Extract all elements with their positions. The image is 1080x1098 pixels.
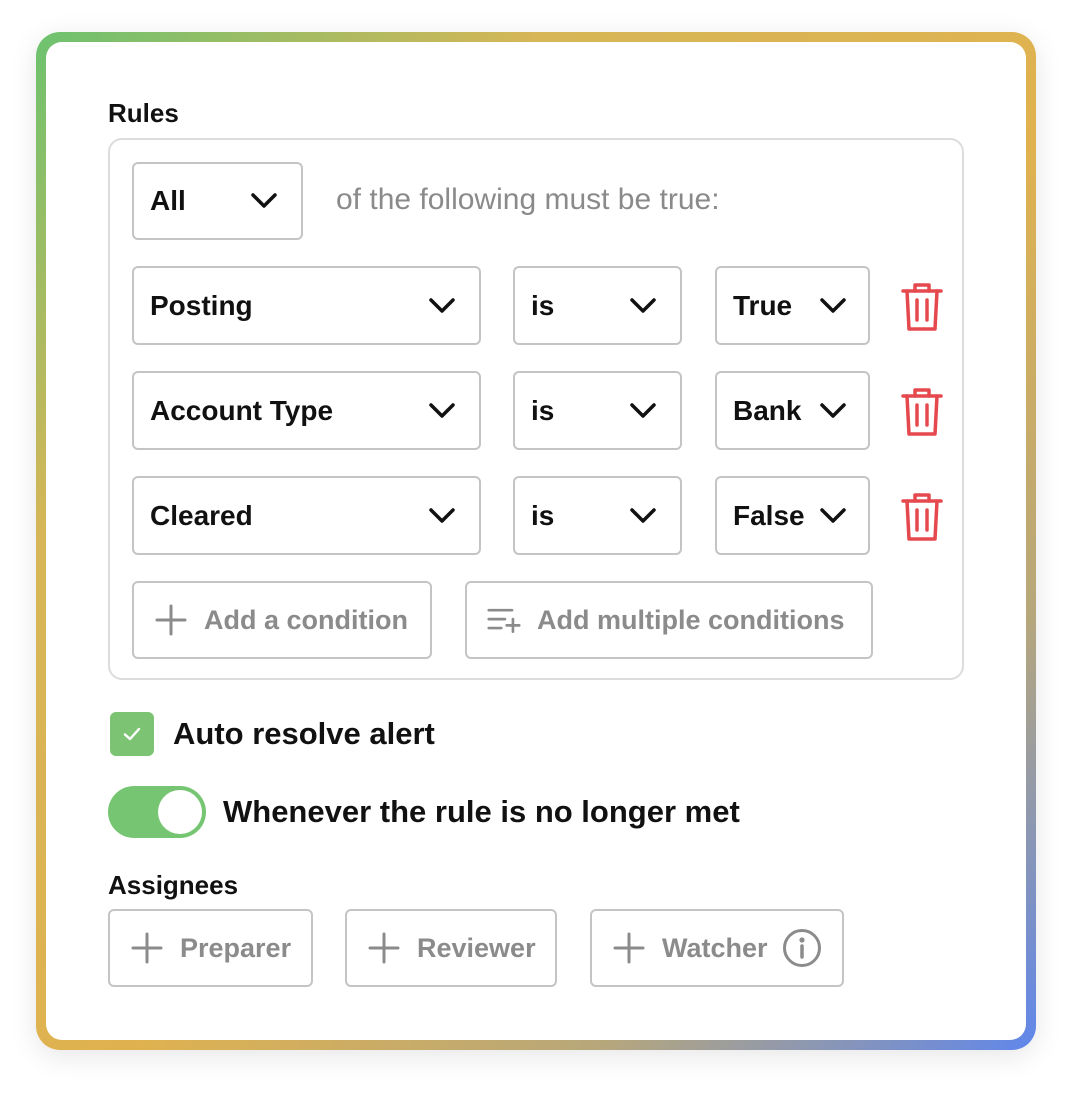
chevron-down-icon [427, 401, 457, 421]
chevron-down-icon [818, 401, 848, 421]
condition-operator-value: is [531, 499, 555, 531]
add-reviewer-button[interactable]: Reviewer [345, 909, 557, 987]
condition-field-select[interactable]: Account Type [132, 371, 481, 450]
trash-icon[interactable] [900, 281, 944, 333]
condition-operator-value: is [531, 394, 555, 426]
toggle-knob [158, 790, 202, 834]
quantifier-suffix: of the following must be true: [336, 183, 720, 216]
preparer-label: Preparer [180, 932, 292, 963]
rules-heading: Rules [108, 98, 179, 128]
add-condition-label: Add a condition [204, 604, 408, 635]
add-watcher-button[interactable]: Watcher [590, 909, 844, 987]
watcher-label: Watcher [662, 932, 768, 963]
list-add-icon [487, 603, 521, 637]
trash-icon[interactable] [900, 386, 944, 438]
condition-value-select[interactable]: Bank [715, 371, 870, 450]
add-multiple-label: Add multiple conditions [537, 604, 845, 635]
quantifier-select[interactable]: All [132, 162, 303, 240]
check-icon [123, 727, 141, 741]
condition-operator-select[interactable]: is [513, 476, 682, 555]
plus-icon [130, 931, 164, 965]
condition-field-value: Account Type [150, 394, 334, 426]
chevron-down-icon [427, 506, 457, 526]
plus-icon [154, 603, 188, 637]
condition-value-text: True [733, 289, 793, 321]
plus-icon [612, 931, 646, 965]
assignees-heading: Assignees [108, 870, 239, 900]
auto-resolve-checkbox[interactable] [110, 712, 154, 756]
plus-icon [367, 931, 401, 965]
condition-field-select[interactable]: Cleared [132, 476, 481, 555]
chevron-down-icon [628, 296, 658, 316]
trash-icon[interactable] [900, 491, 944, 543]
chevron-down-icon [818, 296, 848, 316]
whenever-toggle[interactable] [108, 786, 206, 838]
info-icon[interactable] [782, 928, 822, 968]
condition-operator-select[interactable]: is [513, 266, 682, 345]
chevron-down-icon [427, 296, 457, 316]
add-multiple-conditions-button[interactable]: Add multiple conditions [465, 581, 873, 659]
condition-operator-select[interactable]: is [513, 371, 682, 450]
add-condition-button[interactable]: Add a condition [132, 581, 432, 659]
add-preparer-button[interactable]: Preparer [108, 909, 313, 987]
chevron-down-icon [628, 401, 658, 421]
condition-value-text: Bank [733, 394, 802, 426]
auto-resolve-label: Auto resolve alert [173, 716, 435, 751]
condition-field-select[interactable]: Posting [132, 266, 481, 345]
condition-field-value: Cleared [150, 499, 253, 531]
chevron-down-icon [818, 506, 848, 526]
condition-value-text: False [733, 499, 805, 531]
condition-value-select[interactable]: True [715, 266, 870, 345]
condition-operator-value: is [531, 289, 555, 321]
whenever-label: Whenever the rule is no longer met [223, 794, 740, 829]
reviewer-label: Reviewer [417, 932, 536, 963]
chevron-down-icon [628, 506, 658, 526]
chevron-down-icon [249, 191, 279, 211]
quantifier-value: All [150, 185, 186, 216]
condition-field-value: Posting [150, 289, 253, 321]
condition-value-select[interactable]: False [715, 476, 870, 555]
